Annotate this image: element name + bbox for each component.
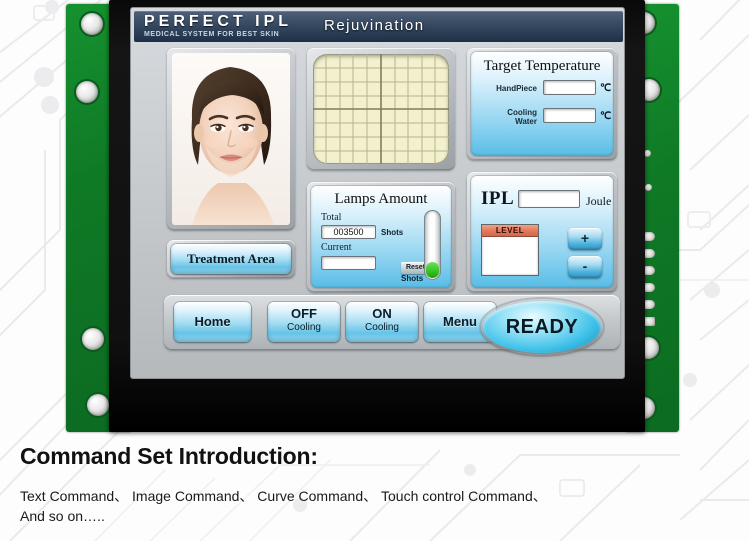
treatment-area-frame: Treatment Area: [167, 240, 295, 278]
ipl-joule-input[interactable]: [518, 190, 580, 208]
handpiece-unit: ℃: [600, 83, 612, 94]
via-pad: [644, 150, 651, 157]
grid-lines: [313, 54, 449, 164]
lamps-amount-panel: Lamps Amount Total 003500 Shots Current …: [307, 182, 455, 292]
lamps-level-gauge: [424, 210, 441, 280]
caption-line-2: And so on…..: [20, 508, 105, 524]
cooling-off-line2: Cooling: [287, 322, 321, 333]
ipl-level-listbox[interactable]: LEVEL: [481, 224, 539, 276]
ipl-energy-panel: IPL Joule LEVEL + -: [467, 172, 617, 292]
mounting-hole: [76, 81, 98, 103]
handpiece-label: HandPiece: [496, 84, 537, 93]
lamps-current-value[interactable]: [321, 256, 376, 270]
cooling-on-button[interactable]: ON Cooling: [346, 302, 418, 342]
mounting-hole: [87, 394, 109, 416]
patient-photo: [172, 53, 290, 225]
ipl-energy-glass: IPL Joule LEVEL + -: [471, 176, 613, 288]
treatment-grid-frame: [307, 48, 455, 170]
cooling-water-label-line2: Water: [515, 117, 537, 126]
lamps-total-value[interactable]: 003500: [321, 225, 376, 239]
target-temperature-panel: Target Temperature HandPiece ℃ Cooling W…: [467, 48, 617, 160]
mounting-hole: [81, 13, 103, 35]
cooling-off-line1: OFF: [291, 306, 317, 321]
brand-block: PERFECT IPL MEDICAL SYSTEM FOR BEST SKIN: [144, 13, 292, 39]
caption-heading: Command Set Introduction:: [20, 443, 318, 469]
ipl-level-header: LEVEL: [482, 225, 538, 237]
ipl-label: IPL: [481, 188, 515, 209]
treatment-grid-display: [313, 54, 449, 164]
cooling-water-label-line1: Cooling: [507, 108, 537, 117]
cooling-on-line1: ON: [372, 306, 392, 321]
cooling-water-unit: ℃: [600, 111, 612, 122]
cooling-on-line2: Cooling: [365, 322, 399, 333]
home-button[interactable]: Home: [174, 302, 251, 342]
app-titlebar: PERFECT IPL MEDICAL SYSTEM FOR BEST SKIN…: [134, 11, 623, 42]
lamps-total-label: Total: [321, 212, 342, 223]
lamps-current-unit: Shots: [401, 274, 424, 283]
lamps-current-label: Current: [321, 242, 352, 253]
lamps-level-gauge-fill: [426, 262, 439, 278]
treatment-area-button[interactable]: Treatment Area: [171, 244, 291, 274]
via-pad: [645, 184, 652, 191]
cooling-water-temp-input[interactable]: [543, 108, 596, 123]
lcd-screen: PERFECT IPL MEDICAL SYSTEM FOR BEST SKIN…: [130, 7, 625, 379]
patient-photo-frame: [167, 48, 295, 230]
lamps-amount-glass: Lamps Amount Total 003500 Shots Current …: [311, 186, 451, 288]
patient-photo-image: [172, 53, 290, 225]
cooling-off-button[interactable]: OFF Cooling: [268, 302, 340, 342]
screen-title: Rejuvination: [324, 17, 425, 34]
ready-button[interactable]: READY: [483, 301, 601, 353]
page-root: PERFECT IPL MEDICAL SYSTEM FOR BEST SKIN…: [0, 0, 749, 541]
ipl-decrease-button[interactable]: -: [568, 256, 602, 278]
brand-tagline: MEDICAL SYSTEM FOR BEST SKIN: [144, 31, 280, 38]
caption-line-1: Text Command、 Image Command、 Curve Comma…: [20, 488, 547, 504]
lcd-module-bezel: PERFECT IPL MEDICAL SYSTEM FOR BEST SKIN…: [109, 0, 645, 432]
mounting-hole: [82, 328, 104, 350]
lamps-amount-title: Lamps Amount: [334, 191, 428, 207]
lamps-total-unit: Shots: [381, 228, 404, 237]
handpiece-temp-input[interactable]: [543, 80, 596, 95]
ipl-increase-button[interactable]: +: [568, 228, 602, 250]
ipl-unit: Joule: [586, 194, 612, 208]
target-temperature-glass: Target Temperature HandPiece ℃ Cooling W…: [471, 52, 613, 156]
target-temperature-title: Target Temperature: [483, 58, 601, 74]
brand-name: PERFECT IPL: [144, 13, 293, 30]
